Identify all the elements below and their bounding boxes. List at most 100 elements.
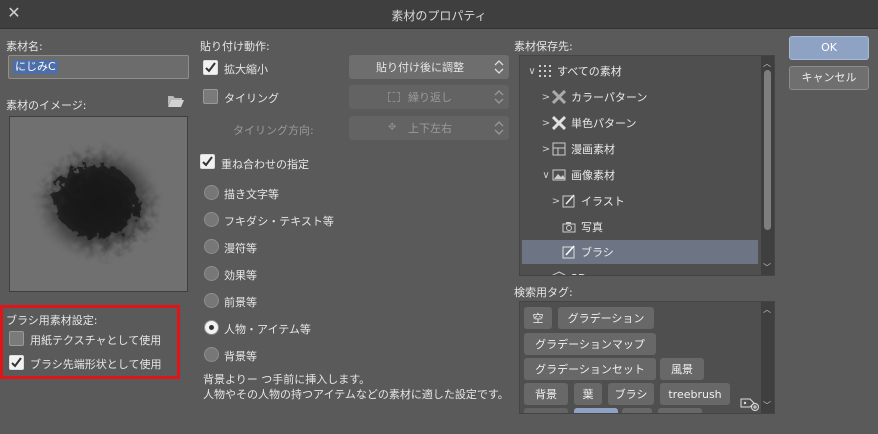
tiling-select-value: 繰り返し <box>408 91 452 104</box>
tag-chip[interactable]: グラデーション <box>558 307 654 329</box>
folder-open-icon[interactable] <box>167 94 185 108</box>
scale-select[interactable]: 貼り付け後に調整 <box>349 55 509 79</box>
paste-action-label: 貼り付け動作: <box>200 40 270 53</box>
overlay-checkbox[interactable] <box>200 154 215 169</box>
tags-scrollbar[interactable]: ︿ ﹀ <box>761 302 774 413</box>
material-name-value: にじみC <box>13 60 58 74</box>
brush-settings-label: ブラシ用素材設定: <box>6 314 98 327</box>
add-tag-icon[interactable] <box>740 395 760 411</box>
tree-item-label: 漫画素材 <box>571 143 615 156</box>
chevron-right-icon[interactable]: > <box>540 118 552 129</box>
tree-item-label: 3D <box>571 272 586 276</box>
repeat-icon <box>388 92 400 102</box>
chevron-down-icon[interactable]: ∨ <box>526 66 538 77</box>
radio-label: 効果等 <box>224 269 257 282</box>
paper-texture-label: 用紙テクスチャとして使用 <box>30 334 162 347</box>
tag-chip[interactable]: CC <box>622 408 652 413</box>
image-icon <box>552 169 566 181</box>
direction-icon: ✥ <box>388 122 397 133</box>
tree-item-label: 画像素材 <box>571 169 615 182</box>
mono-pattern-icon <box>552 116 566 130</box>
tree-item-manga[interactable]: > 漫画素材 <box>520 137 760 161</box>
radio-button[interactable] <box>204 212 219 227</box>
radio-label: フキダシ・テキスト等 <box>224 215 334 228</box>
tag-chip[interactable]: グラデーションセット <box>524 358 656 380</box>
tag-chip[interactable]: 水面 <box>658 408 702 413</box>
radio-label: 前景等 <box>224 296 257 309</box>
save-destination-tree[interactable]: ∨ すべての素材 > カラーパターン > 単色パターン > 漫画素材 ∨ 画像素… <box>519 55 775 276</box>
radio-button[interactable] <box>204 185 219 200</box>
radio-button[interactable] <box>204 347 219 362</box>
tag-chip[interactable]: treebrush <box>660 383 730 405</box>
tree-item-illustration[interactable]: > イラスト <box>520 189 760 213</box>
tree-scrollbar[interactable]: ︿ ﹀ <box>761 56 774 275</box>
radio-button[interactable] <box>204 266 219 281</box>
tag-chip[interactable]: 葉 <box>574 383 602 405</box>
radio-button[interactable] <box>204 293 219 308</box>
scroll-up-icon[interactable]: ︿ <box>763 304 771 315</box>
chevron-right-icon[interactable]: > <box>540 92 552 103</box>
tree-item-brush-selected[interactable]: ブラシ <box>522 240 758 264</box>
tree-item-photo[interactable]: 写真 <box>520 215 760 239</box>
checkmark-icon <box>205 62 216 73</box>
tag-chip[interactable]: 空 <box>524 307 552 329</box>
radio-button-selected[interactable] <box>204 320 219 335</box>
scale-select-value: 貼り付け後に調整 <box>376 61 464 74</box>
cancel-button[interactable]: キャンセル <box>789 66 869 90</box>
scroll-down-icon[interactable]: ﹀ <box>763 400 771 411</box>
chevron-right-icon[interactable]: > <box>540 144 552 155</box>
tag-chip[interactable]: グラデーションマップ <box>524 333 656 355</box>
tiling-label: タイリング <box>224 92 279 105</box>
radio-button[interactable] <box>204 239 219 254</box>
tree-item-label: イラスト <box>581 195 625 208</box>
brush-preview-image <box>30 141 166 265</box>
radio-label: 漫符等 <box>224 242 257 255</box>
title-bar: ✕ 素材のプロパティ <box>0 0 878 29</box>
overlay-label: 重ね合わせの指定 <box>221 158 309 171</box>
tag-chip[interactable]: 夜空 <box>524 408 568 413</box>
scale-checkbox[interactable] <box>203 60 218 75</box>
scroll-down-icon[interactable]: ﹀ <box>763 262 771 273</box>
window-title: 素材のプロパティ <box>391 9 487 23</box>
brush-icon <box>562 245 575 259</box>
save-destination-label: 素材保存先: <box>514 40 573 53</box>
camera-icon <box>562 222 576 233</box>
tree-item-label: すべての素材 <box>557 65 622 78</box>
radio-label: 描き文字等 <box>224 188 279 201</box>
description-line2: 人物やその人物の持つアイテムなどの素材に適した設定です。 <box>203 388 509 401</box>
paper-texture-checkbox[interactable] <box>9 331 24 346</box>
tiling-select[interactable]: 繰り返し <box>349 85 509 109</box>
tree-item-color-pattern[interactable]: > カラーパターン <box>520 85 760 109</box>
search-tags-panel[interactable]: 空 グラデーション グラデーションマップ グラデーションセット 風景 背景 葉 … <box>519 301 775 414</box>
material-name-input[interactable]: にじみC <box>8 55 189 79</box>
tree-item-label: カラーパターン <box>571 91 648 104</box>
tree-item-image-material[interactable]: ∨ 画像素材 <box>520 163 760 187</box>
tree-item-mono-pattern[interactable]: > 単色パターン <box>520 111 760 135</box>
tree-item-label: 単色パターン <box>571 117 637 130</box>
ok-button[interactable]: OK <box>789 36 869 60</box>
updown-chevron-icon <box>493 119 505 137</box>
scroll-up-icon[interactable]: ︿ <box>763 58 771 69</box>
scrollbar-thumb[interactable] <box>764 70 771 230</box>
tiling-direction-value: 上下左右 <box>408 122 452 135</box>
tiling-direction-select[interactable]: ✥ 上下左右 <box>349 116 509 140</box>
tree-item-label: ブラシ <box>581 246 614 259</box>
tag-chip[interactable]: 背景 <box>524 383 568 405</box>
tag-chip[interactable]: ブラシ <box>608 383 654 405</box>
manga-icon <box>552 142 566 156</box>
tree-item-label: 写真 <box>581 221 603 234</box>
tree-item-3d[interactable]: > 3D <box>520 266 760 276</box>
tag-chip[interactable]: 光 <box>574 408 618 413</box>
radio-label: 人物・アイテム等 <box>224 323 311 336</box>
chevron-down-icon[interactable]: ∨ <box>540 170 552 181</box>
brush-tip-label: ブラシ先端形状として使用 <box>30 358 162 371</box>
checkmark-icon <box>202 156 213 167</box>
brush-tip-checkbox[interactable] <box>9 355 24 370</box>
description-line1: 背景よりー つ手前に挿入します。 <box>203 373 371 386</box>
3d-icon <box>552 271 566 275</box>
tag-chip[interactable]: 風景 <box>660 358 704 380</box>
chevron-right-icon[interactable]: > <box>550 196 562 207</box>
chevron-right-icon[interactable]: > <box>540 273 552 276</box>
tree-item-all-materials[interactable]: ∨ すべての素材 <box>520 59 760 83</box>
tiling-checkbox[interactable] <box>203 89 218 104</box>
